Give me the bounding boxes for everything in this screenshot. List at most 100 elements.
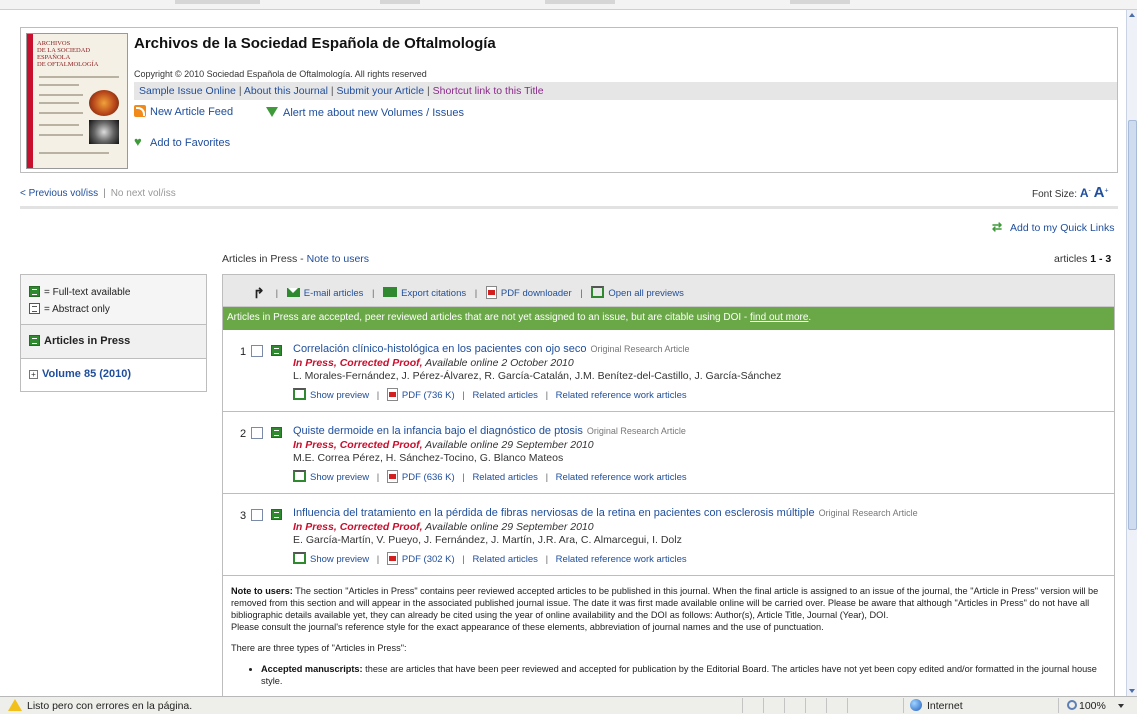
cover-scan-photo [89,120,119,144]
journal-cover-image[interactable]: ARCHIVOS DE LA SOCIEDAD ESPAÑOLA DE OFTA… [26,33,128,169]
quick-links-icon: ⇄ [992,220,1003,234]
copyright-text: Copyright © 2010 Sociedad Española de Of… [134,69,427,79]
export-citations-button[interactable]: Export citations [401,288,466,299]
show-preview-link[interactable]: Show preview [310,390,369,401]
articles-count: articles 1 - 3 [1054,253,1112,265]
related-articles-link[interactable]: Related articles [472,472,537,483]
new-article-feed[interactable]: New Article Feed [134,105,233,118]
full-text-icon [29,335,40,346]
article-status: In Press, Corrected Proof, Available onl… [293,439,594,451]
pdf-icon [386,388,398,401]
article-status: In Press, Corrected Proof, Available onl… [293,521,594,533]
article-links: Show preview | PDF (636 K) | Related art… [293,470,687,483]
related-articles-link[interactable]: Related articles [472,554,537,565]
email-articles-button[interactable]: E-mail articles [304,288,364,299]
related-reference-link[interactable]: Related reference work articles [556,390,687,401]
next-volume-text: No next vol/iss [110,188,176,199]
article-links: Show preview | PDF (302 K) | Related art… [293,552,687,565]
shortcut-link[interactable]: Shortcut link to this Title [433,85,544,97]
article-row: 2 Quiste dermoide en la infancia bajo el… [223,412,1114,494]
article-type: Original Research Article [818,508,918,518]
warning-icon[interactable] [8,699,22,711]
add-quick-links[interactable]: ⇄ Add to my Quick Links [992,220,1114,234]
articles-in-press-banner: Articles in Press are accepted, peer rev… [223,307,1114,330]
previous-volume-link[interactable]: < Previous vol/iss [20,188,98,199]
article-checkbox[interactable] [251,427,263,439]
note-to-users: Note to users: The section "Articles in … [223,576,1114,687]
volume-navigation: < Previous vol/iss | No next vol/iss [20,188,176,199]
article-row: 1 Correlación clínico-histológica en los… [223,330,1114,412]
article-authors: E. García-Martín, V. Pueyo, J. Fernández… [293,534,682,546]
status-message: Listo pero con errores en la página. [27,700,193,712]
expand-icon[interactable]: + [29,370,38,379]
alert-icon [266,107,278,117]
article-title-link[interactable]: Correlación clínico-histológica en los p… [293,343,587,355]
article-authors: M.E. Correa Pérez, H. Sánchez-Tocino, G.… [293,452,564,464]
pdf-link[interactable]: PDF (302 K) [402,554,455,565]
pdf-downloader-button[interactable]: PDF downloader [501,288,572,299]
article-type: Original Research Article [590,344,690,354]
sidebar-item-volume-85[interactable]: + Volume 85 (2010) [21,359,206,391]
preview-icon [591,286,605,298]
zoom-level[interactable]: 100% [1067,700,1106,712]
article-links: Show preview | PDF (736 K) | Related art… [293,388,687,401]
journal-links-bar: Sample Issue Online | About this Journal… [134,82,1117,100]
email-icon [286,288,300,297]
article-type: Original Research Article [586,426,686,436]
add-to-favorites[interactable]: ♥ Add to Favorites [134,134,230,149]
full-text-icon [29,286,40,297]
heart-icon: ♥ [134,134,142,149]
pdf-link[interactable]: PDF (636 K) [402,472,455,483]
find-out-more-link[interactable]: find out more [750,312,808,323]
article-authors: L. Morales-Fernández, J. Pérez-Álvarez, … [293,370,782,382]
full-text-icon[interactable] [271,427,282,438]
article-row: 3 Influencia del tratamiento en la pérdi… [223,494,1114,576]
related-reference-link[interactable]: Related reference work articles [556,554,687,565]
articles-in-press-heading: Articles in Press - Note to users [222,253,370,265]
article-number: 2 [240,428,247,440]
related-reference-link[interactable]: Related reference work articles [556,472,687,483]
security-zone: Internet [910,699,963,712]
zoom-icon [1067,700,1077,710]
article-checkbox[interactable] [251,509,263,521]
note-to-users-link[interactable]: Note to users [307,253,369,265]
about-journal-link[interactable]: About this Journal [244,85,328,97]
sample-issue-link[interactable]: Sample Issue Online [139,85,236,97]
pdf-link[interactable]: PDF (736 K) [402,390,455,401]
pdf-icon [386,470,398,483]
article-checkbox[interactable] [251,345,263,357]
font-size-control: Font Size: A- A+ [1032,184,1109,201]
pdf-icon [386,552,398,565]
scroll-up-arrow-icon[interactable] [1129,13,1135,17]
vertical-scrollbar[interactable] [1126,10,1137,696]
pdf-icon [485,286,497,299]
articles-toolbar: ↱ | E-mail articles | Export citations |… [223,275,1114,307]
alert-new-volumes[interactable]: Alert me about new Volumes / Issues [266,107,464,119]
preview-icon [293,470,306,482]
preview-icon [293,388,306,400]
article-title-link[interactable]: Quiste dermoide en la infancia bajo el d… [293,425,583,437]
font-larger-button[interactable]: A [1094,184,1105,201]
related-articles-link[interactable]: Related articles [472,390,537,401]
abstract-icon [29,303,40,314]
zoom-dropdown-icon[interactable] [1118,704,1124,708]
scroll-down-arrow-icon[interactable] [1129,689,1135,693]
open-all-previews-button[interactable]: Open all previews [608,288,684,299]
full-text-icon[interactable] [271,509,282,520]
scrollbar-thumb[interactable] [1128,120,1137,530]
globe-icon [910,699,922,711]
article-status: In Press, Corrected Proof, Available onl… [293,357,574,369]
full-text-icon[interactable] [271,345,282,356]
show-preview-link[interactable]: Show preview [310,472,369,483]
browser-status-bar: Listo pero con errores en la página. Int… [0,696,1137,714]
browser-top-strip [0,0,1137,10]
article-number: 1 [240,346,247,358]
show-preview-link[interactable]: Show preview [310,554,369,565]
article-number: 3 [240,510,247,522]
preview-icon [293,552,306,564]
submit-article-link[interactable]: Submit your Article [337,85,425,97]
sidebar-item-articles-in-press[interactable]: Articles in Press [21,325,206,359]
select-arrow-icon[interactable]: ↱ [253,285,267,302]
export-icon [383,287,398,297]
article-title-link[interactable]: Influencia del tratamiento en la pérdida… [293,507,815,519]
